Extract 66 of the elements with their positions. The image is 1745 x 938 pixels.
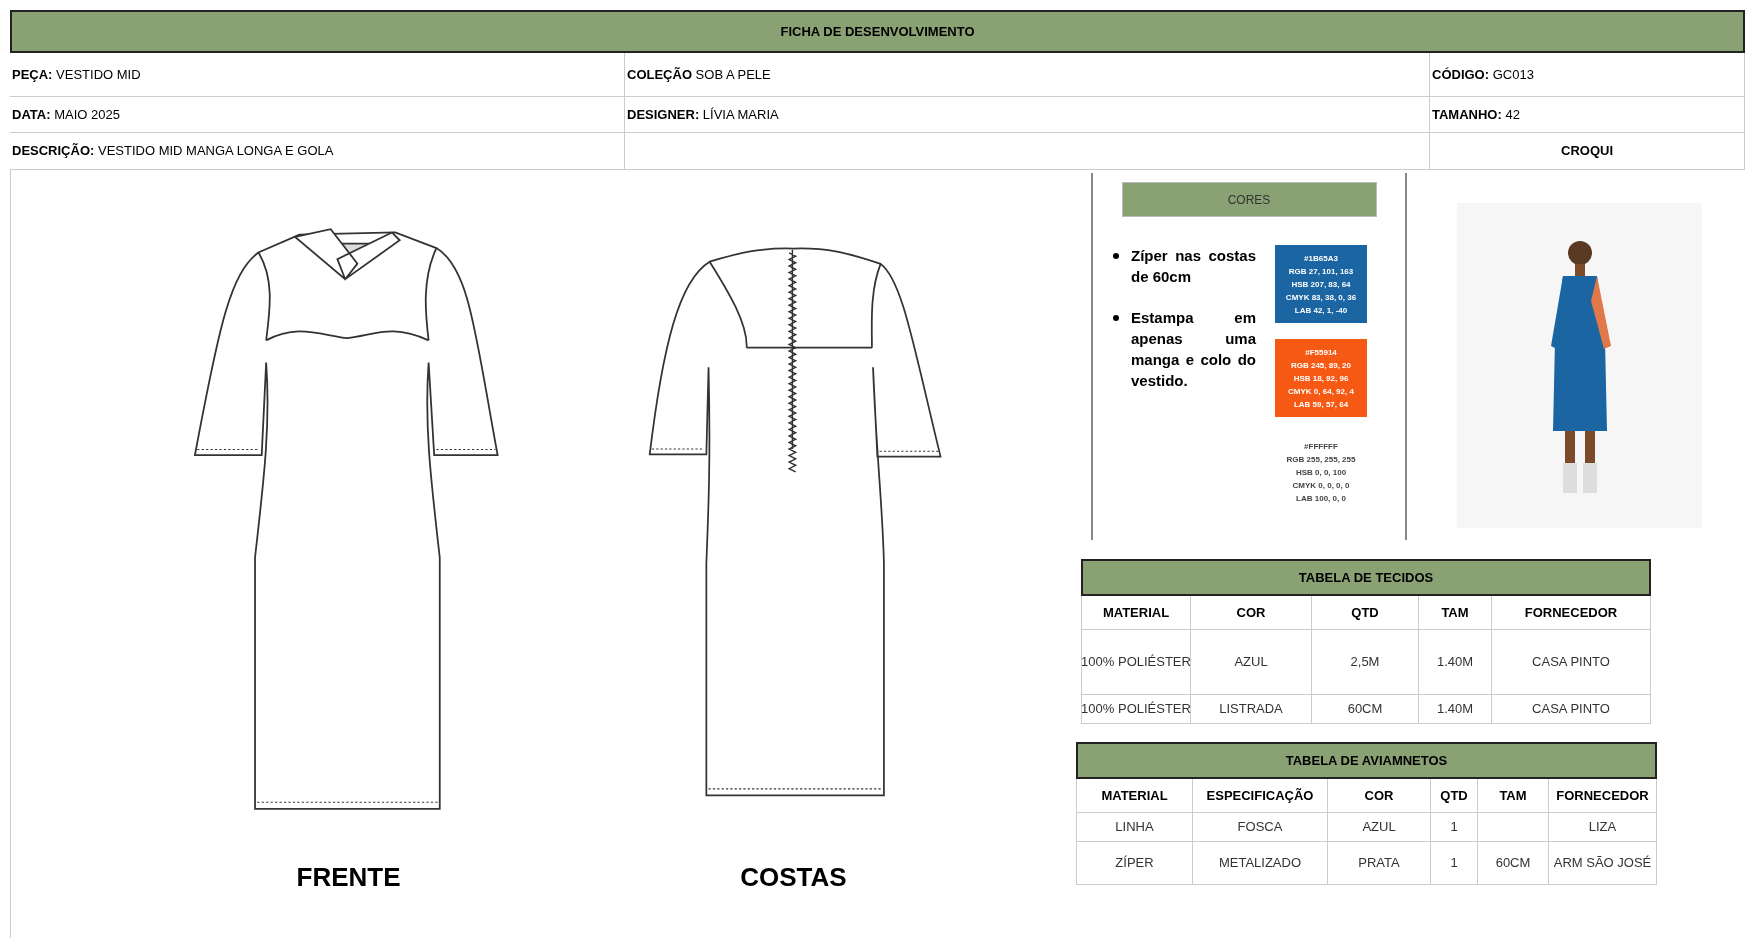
column-header: MATERIAL [1077, 779, 1193, 813]
color-code: HSB 207, 83, 64 [1291, 278, 1351, 290]
field-text: CÓDIGO: GC013 [1432, 65, 1534, 84]
column-header: QTD [1312, 596, 1419, 630]
color-code: LAB 42, 1, -40 [1294, 304, 1348, 316]
colors-heading: CORES [1121, 182, 1377, 217]
color-code: LAB 100, 0, 0 [1296, 492, 1346, 504]
view-caption: FRENTE [296, 861, 401, 894]
table-cell: 2,5M [1312, 630, 1419, 695]
field-text: COLEÇÃO SOB A PELE [627, 65, 771, 84]
table-cell: LIZA [1549, 813, 1657, 842]
column-header: TAM [1419, 596, 1492, 630]
table-title: TABELA DE AVIAMNETOS [1076, 742, 1657, 779]
color-code: HSB 18, 92, 96 [1293, 372, 1349, 384]
color-code: RGB 27, 101, 163 [1288, 265, 1354, 277]
field-text: DATA: MAIO 2025 [12, 105, 120, 124]
field-text: DESCRIÇÃO: VESTIDO MID MANGA LONGA E GOLA [12, 142, 334, 161]
column-header: COR [1191, 596, 1312, 630]
table-cell: 1.40M [1419, 630, 1492, 695]
table-cell: 1 [1431, 842, 1478, 885]
table-cell: LINHA [1077, 813, 1193, 842]
table-cell: AZUL [1328, 813, 1431, 842]
color-code: #1B65A3 [1304, 252, 1338, 264]
column-header: COR [1328, 779, 1431, 813]
column-header: MATERIAL [1082, 596, 1191, 630]
column-header: FORNECEDOR [1549, 779, 1657, 813]
field-text: DESIGNER: LÍVIA MARIA [627, 105, 779, 124]
table-cell: PRATA [1328, 842, 1431, 885]
table-cell: 60CM [1312, 695, 1419, 724]
table-cell: ZÍPER [1077, 842, 1193, 885]
color-code: CMYK 0, 0, 0, 0 [1292, 479, 1350, 491]
table-cell: 60CM [1478, 842, 1549, 885]
field-text: TAMANHO: 42 [1432, 105, 1520, 124]
column-header: TAM [1478, 779, 1549, 813]
table-title: TABELA DE TECIDOS [1081, 559, 1651, 596]
color-code: #FFFFFF [1304, 440, 1338, 452]
color-code: CMYK 0, 64, 92, 4 [1288, 385, 1354, 397]
table-cell: FOSCA [1193, 813, 1328, 842]
table-cell: METALIZADO [1193, 842, 1328, 885]
column-header: FORNECEDOR [1492, 596, 1651, 630]
table-cell: AZUL [1191, 630, 1312, 695]
color-code: RGB 245, 89, 20 [1290, 359, 1351, 371]
column-header: ESPECIFICAÇÃO [1193, 779, 1328, 813]
table-cell: CASA PINTO [1492, 695, 1651, 724]
table-cell: 1 [1431, 813, 1478, 842]
table-cell: LISTRADA [1191, 695, 1312, 724]
color-code: LAB 59, 57, 64 [1293, 398, 1349, 410]
table-cell: ARM SÃO JOSÉ [1549, 842, 1657, 885]
field-text: PEÇA: VESTIDO MID [12, 65, 141, 84]
table-cell [1478, 813, 1549, 842]
sheet-title: FICHA DE DESENVOLVIMENTO [10, 10, 1745, 53]
table-cell: CASA PINTO [1492, 630, 1651, 695]
view-caption: COSTAS [740, 861, 847, 894]
table-cell: 100% POLIÉSTER [1082, 630, 1191, 695]
column-header: QTD [1431, 779, 1478, 813]
color-code: CMYK 83, 38, 0, 36 [1285, 291, 1357, 303]
bullet-icon [1113, 315, 1119, 321]
note-text: Zíper nas costas de 60cm [1131, 246, 1256, 287]
color-code: #F55914 [1305, 346, 1337, 358]
note-text: Estampa em apenas uma manga e colo do vestido. [1131, 308, 1256, 391]
bullet-icon [1113, 253, 1119, 259]
section-heading: CROQUI [1561, 142, 1613, 161]
color-code: HSB 0, 0, 100 [1295, 466, 1347, 478]
table-cell: 1.40M [1419, 695, 1492, 724]
color-code: RGB 255, 255, 255 [1286, 453, 1356, 465]
table-cell: 100% POLIÉSTER [1082, 695, 1191, 724]
